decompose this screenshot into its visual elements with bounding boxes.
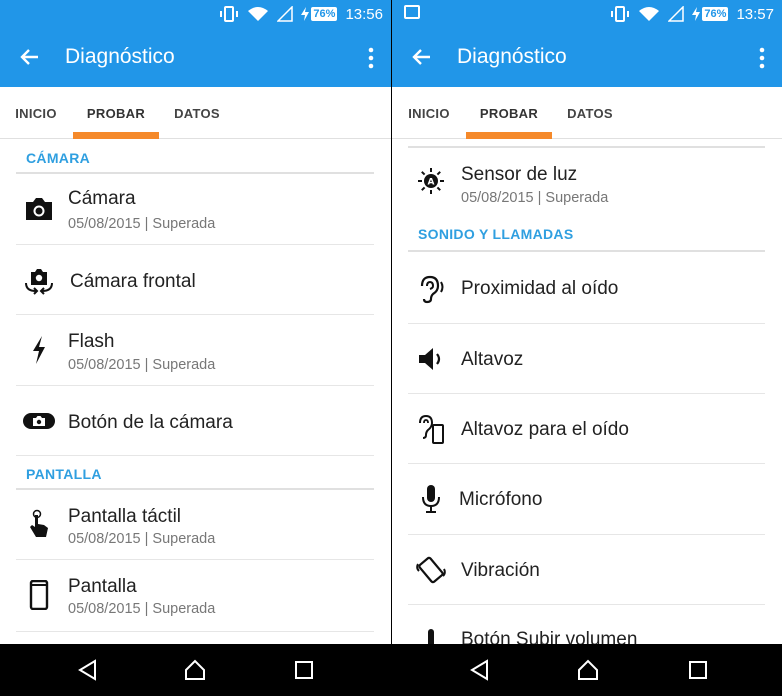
charging-icon <box>301 7 310 21</box>
back-arrow-icon[interactable] <box>18 45 42 69</box>
volume-up-icon <box>414 625 448 644</box>
back-nav-icon[interactable] <box>468 658 492 682</box>
home-nav-icon[interactable] <box>183 658 207 682</box>
section-header-camara: CÁMARA <box>16 140 374 174</box>
tab-datos[interactable]: DATOS <box>561 87 619 139</box>
tab-probar[interactable]: PROBAR <box>466 87 552 139</box>
page-title: Diagnóstico <box>457 45 567 68</box>
home-nav-icon[interactable] <box>576 658 600 682</box>
wifi-icon <box>639 7 660 21</box>
flash-icon <box>22 333 56 367</box>
item-label: Micrófono <box>459 489 543 510</box>
list-item-camara-frontal[interactable]: Cámara frontal <box>16 245 374 315</box>
item-label: Vibración <box>461 560 540 581</box>
list-item-proximidad[interactable]: Proximidad al oído <box>408 252 765 324</box>
list-item-altavoz-oido[interactable]: Altavoz para el oído <box>408 394 765 464</box>
item-status: 05/08/2015 | Superada <box>68 601 216 617</box>
item-label: Altavoz <box>461 349 524 370</box>
tab-probar[interactable]: PROBAR <box>73 87 159 139</box>
status-time: 13:57 <box>736 5 774 23</box>
wifi-icon <box>248 7 269 21</box>
screen-icon <box>22 578 56 612</box>
status-time: 13:56 <box>345 5 383 23</box>
item-label: Pantalla táctil <box>68 506 182 527</box>
tab-inicio[interactable]: INICIO <box>8 87 64 139</box>
item-label: Cámara frontal <box>70 271 196 292</box>
signal-icon <box>277 6 294 22</box>
gallery-notification-icon <box>404 5 420 19</box>
list-item-pantalla-tactil[interactable]: Pantalla táctil 05/08/2015 | Superada <box>16 490 374 560</box>
svg-text:A: A <box>428 178 435 188</box>
recents-nav-icon[interactable] <box>686 658 710 682</box>
earpiece-icon <box>414 412 448 446</box>
nav-bar <box>0 644 391 696</box>
camera-button-icon <box>22 404 56 438</box>
item-label: Botón Subir volumen <box>461 629 638 644</box>
list-item-subir-volumen[interactable]: Botón Subir volumen <box>408 605 765 644</box>
tab-bar: INICIO PROBAR DATOS <box>392 87 782 139</box>
list-item-vibracion[interactable]: Vibración <box>408 535 765 605</box>
item-label: Flash <box>68 331 115 352</box>
item-label: Botón de la cámara <box>68 412 233 433</box>
app-bar: Diagnóstico <box>392 28 782 87</box>
recents-nav-icon[interactable] <box>292 658 316 682</box>
back-arrow-icon[interactable] <box>410 45 434 69</box>
item-label: Sensor de luz <box>461 164 578 185</box>
screen-right: 76% 13:57 Diagnóstico INICIO PROBAR DATO… <box>392 0 782 696</box>
item-status: 05/08/2015 | Superada <box>68 357 216 373</box>
item-label: Proximidad al oído <box>461 278 619 299</box>
list-item-flash[interactable]: Flash 05/08/2015 | Superada <box>16 315 374 386</box>
microphone-icon <box>414 482 448 516</box>
back-nav-icon[interactable] <box>76 658 100 682</box>
item-status: 05/08/2015 | Superada <box>461 190 609 206</box>
screen-left: 76% 13:56 Diagnóstico INICIO PROBAR DATO… <box>0 0 391 696</box>
tab-datos[interactable]: DATOS <box>168 87 226 139</box>
signal-icon <box>668 6 685 22</box>
test-list: A Sensor de luz 05/08/2015 | Superada SO… <box>392 140 782 644</box>
ear-icon <box>414 272 448 306</box>
vibration-icon <box>414 553 448 587</box>
list-item-camara[interactable]: Cámara 05/08/2015 | Superada <box>16 174 374 245</box>
list-item-microfono[interactable]: Micrófono <box>408 464 765 535</box>
item-label: Cámara <box>68 188 136 209</box>
nav-bar <box>392 644 782 696</box>
speaker-icon <box>414 342 448 376</box>
list-item-altavoz[interactable]: Altavoz <box>408 324 765 394</box>
list-item-partial <box>408 140 765 148</box>
battery-indicator: 76% <box>692 7 729 21</box>
app-bar: Diagnóstico <box>0 28 391 87</box>
camera-icon <box>22 192 56 226</box>
light-sensor-icon: A <box>414 164 448 198</box>
test-list: CÁMARA Cámara 05/08/2015 | Superada Cáma… <box>0 140 391 644</box>
battery-indicator: 76% <box>301 7 338 21</box>
list-item-sensor-luz[interactable]: A Sensor de luz 05/08/2015 | Superada <box>408 150 765 212</box>
item-label: Altavoz para el oído <box>461 419 629 440</box>
touch-icon <box>22 508 56 542</box>
more-options-icon[interactable] <box>367 46 375 70</box>
list-item-pantalla[interactable]: Pantalla 05/08/2015 | Superada <box>16 560 374 632</box>
page-title: Diagnóstico <box>65 45 175 68</box>
list-item-boton-camara[interactable]: Botón de la cámara <box>16 386 374 456</box>
status-bar: 76% 13:56 <box>0 0 391 28</box>
tab-inicio[interactable]: INICIO <box>401 87 457 139</box>
section-header-pantalla: PANTALLA <box>16 456 374 490</box>
vibrate-icon <box>220 6 239 22</box>
item-label: Pantalla <box>68 576 137 597</box>
section-header-sonido: SONIDO Y LLAMADAS <box>408 216 765 252</box>
front-camera-icon <box>22 264 56 298</box>
battery-percent: 76% <box>311 7 338 21</box>
item-status: 05/08/2015 | Superada <box>68 531 216 547</box>
status-bar: 76% 13:57 <box>392 0 782 28</box>
vibrate-icon <box>611 6 630 22</box>
more-options-icon[interactable] <box>758 46 766 70</box>
tab-bar: INICIO PROBAR DATOS <box>0 87 391 139</box>
charging-icon <box>692 7 701 21</box>
battery-percent: 76% <box>702 7 729 21</box>
item-status: 05/08/2015 | Superada <box>68 216 216 232</box>
